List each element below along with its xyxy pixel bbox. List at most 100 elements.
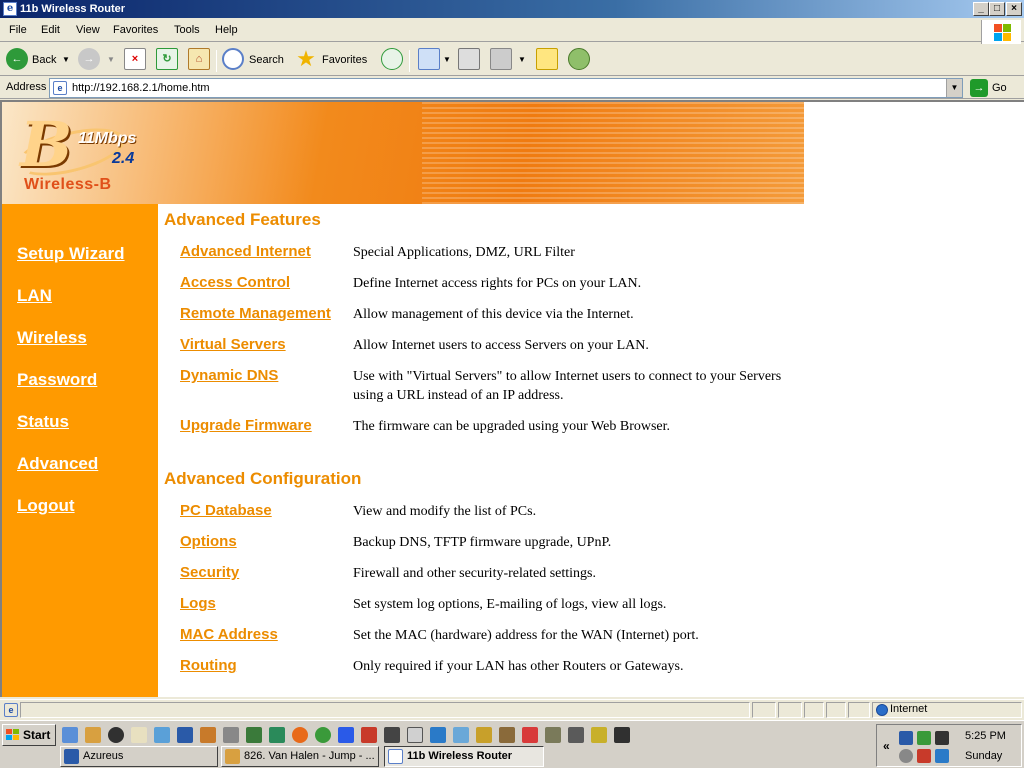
- quicklaunch-folder-icon[interactable]: [131, 727, 147, 743]
- ie-task-icon: [388, 749, 403, 764]
- back-dropdown-icon[interactable]: ▼: [62, 48, 70, 72]
- quicklaunch-media-player-icon[interactable]: [108, 727, 124, 743]
- stop-icon[interactable]: ×: [124, 48, 146, 70]
- address-input[interactable]: e http://192.168.2.1/home.htm ▼: [49, 78, 963, 98]
- start-button[interactable]: Start: [2, 724, 56, 746]
- task-media-player[interactable]: 826. Van Halen - Jump - ...: [221, 746, 379, 767]
- address-url[interactable]: http://192.168.2.1/home.htm: [72, 82, 210, 94]
- quicklaunch-app9-icon[interactable]: [246, 727, 262, 743]
- task-wireless-router[interactable]: 11b Wireless Router: [384, 746, 544, 767]
- tray-icon-6[interactable]: [935, 749, 949, 763]
- link-security[interactable]: Security: [180, 564, 239, 581]
- link-virtual-servers[interactable]: Virtual Servers: [180, 336, 286, 353]
- sidebar-item-setup-wizard[interactable]: Setup Wizard: [17, 244, 125, 264]
- print-icon[interactable]: [458, 48, 480, 70]
- messenger-icon[interactable]: [568, 48, 590, 70]
- back-arrow-icon[interactable]: ←: [6, 48, 28, 70]
- link-logs[interactable]: Logs: [180, 595, 216, 612]
- quicklaunch-app16-icon[interactable]: [407, 727, 423, 743]
- favorites-star-icon[interactable]: ★: [295, 48, 317, 70]
- quicklaunch-ie-icon[interactable]: [62, 727, 78, 743]
- quicklaunch-app19-icon[interactable]: [476, 727, 492, 743]
- quicklaunch-app10-icon[interactable]: [269, 727, 285, 743]
- link-pc-database[interactable]: PC Database: [180, 502, 272, 519]
- sidebar-item-password[interactable]: Password: [17, 370, 97, 390]
- link-mac-address[interactable]: MAC Address: [180, 626, 278, 643]
- history-icon[interactable]: [381, 48, 403, 70]
- link-access-control[interactable]: Access Control: [180, 274, 290, 291]
- router-banner: B 11Mbps 2.4 Wireless-B: [2, 102, 804, 204]
- ie-app-icon[interactable]: e: [3, 2, 17, 16]
- maximize-button[interactable]: □: [989, 2, 1005, 16]
- clock-time[interactable]: 5:25 PM: [965, 730, 1006, 742]
- quicklaunch-app15-icon[interactable]: [384, 727, 400, 743]
- menu-tools[interactable]: Tools: [174, 24, 200, 36]
- link-dynamic-dns[interactable]: Dynamic DNS: [180, 367, 278, 384]
- menu-help[interactable]: Help: [215, 24, 238, 36]
- quicklaunch-app5-icon[interactable]: [154, 727, 170, 743]
- sidebar-item-lan[interactable]: LAN: [17, 286, 52, 306]
- forward-arrow-icon[interactable]: →: [78, 48, 100, 70]
- quicklaunch-app22-icon[interactable]: [545, 727, 561, 743]
- close-button[interactable]: ×: [1006, 2, 1022, 16]
- quicklaunch-app13-icon[interactable]: [338, 727, 354, 743]
- quicklaunch-app17-icon[interactable]: [430, 727, 446, 743]
- menu-file[interactable]: File: [9, 24, 27, 36]
- quicklaunch-app21-icon[interactable]: [522, 727, 538, 743]
- quicklaunch-app23-icon[interactable]: [568, 727, 584, 743]
- quicklaunch-firefox-icon[interactable]: [292, 727, 308, 743]
- link-routing[interactable]: Routing: [180, 657, 237, 674]
- refresh-icon[interactable]: ↻: [156, 48, 178, 70]
- minimize-button[interactable]: _: [973, 2, 989, 16]
- link-advanced-internet[interactable]: Advanced Internet: [180, 243, 311, 260]
- address-bar: Address e http://192.168.2.1/home.htm ▼ …: [0, 77, 1024, 99]
- task-azureus[interactable]: Azureus: [60, 746, 218, 767]
- address-dropdown-icon[interactable]: ▼: [946, 79, 962, 97]
- menu-edit[interactable]: Edit: [41, 24, 60, 36]
- go-button[interactable]: → Go: [968, 78, 1020, 98]
- back-button[interactable]: Back: [32, 48, 56, 72]
- quicklaunch-app24-icon[interactable]: [591, 727, 607, 743]
- home-icon[interactable]: ⌂: [188, 48, 210, 70]
- tray-icon-4[interactable]: [899, 749, 913, 763]
- desc-security: Firewall and other security-related sett…: [353, 566, 596, 581]
- quicklaunch-app6-icon[interactable]: [177, 727, 193, 743]
- quicklaunch-app20-icon[interactable]: [499, 727, 515, 743]
- sidebar-item-wireless[interactable]: Wireless: [17, 328, 87, 348]
- quicklaunch-app14-icon[interactable]: [361, 727, 377, 743]
- tray-icon-5[interactable]: [917, 749, 931, 763]
- mail-dropdown-icon[interactable]: ▼: [443, 48, 451, 72]
- desc-upgrade-firmware: The firmware can be upgraded using your …: [353, 419, 671, 434]
- favorites-button[interactable]: Favorites: [322, 48, 367, 72]
- edit-icon[interactable]: [490, 48, 512, 70]
- link-upgrade-firmware[interactable]: Upgrade Firmware: [180, 417, 312, 434]
- window-title: 11b Wireless Router: [20, 3, 126, 15]
- tray-icon-1[interactable]: [899, 731, 913, 745]
- sidebar-item-status[interactable]: Status: [17, 412, 69, 432]
- link-remote-management[interactable]: Remote Management: [180, 305, 331, 322]
- discuss-icon[interactable]: [536, 48, 558, 70]
- forward-dropdown-icon[interactable]: ▼: [107, 48, 115, 72]
- title-bar[interactable]: e 11b Wireless Router _ □ ×: [0, 0, 1024, 18]
- quicklaunch-app7-icon[interactable]: [200, 727, 216, 743]
- edit-dropdown-icon[interactable]: ▼: [518, 48, 526, 72]
- quicklaunch-app25-icon[interactable]: [614, 727, 630, 743]
- tray-icon-3[interactable]: [935, 731, 949, 745]
- search-icon[interactable]: [222, 48, 244, 70]
- quicklaunch-app18-icon[interactable]: [453, 727, 469, 743]
- sidebar-item-logout[interactable]: Logout: [17, 496, 75, 516]
- link-options[interactable]: Options: [180, 533, 237, 550]
- advanced-configuration-title: Advanced Configuration: [164, 469, 362, 488]
- menu-view[interactable]: View: [76, 24, 100, 36]
- search-button[interactable]: Search: [249, 48, 284, 72]
- sidebar-item-advanced[interactable]: Advanced: [17, 454, 98, 474]
- tray-icon-2[interactable]: [917, 731, 931, 745]
- tray-expand-icon[interactable]: «: [883, 739, 890, 753]
- quicklaunch-app2-icon[interactable]: [85, 727, 101, 743]
- mail-icon[interactable]: [418, 48, 440, 70]
- menu-favorites[interactable]: Favorites: [113, 24, 158, 36]
- quicklaunch-app12-icon[interactable]: [315, 727, 331, 743]
- taskbar: Start Azureus 826. Van Halen - Jump - ..…: [0, 720, 1024, 768]
- desc-mac-address: Set the MAC (hardware) address for the W…: [353, 628, 699, 643]
- quicklaunch-app8-icon[interactable]: [223, 727, 239, 743]
